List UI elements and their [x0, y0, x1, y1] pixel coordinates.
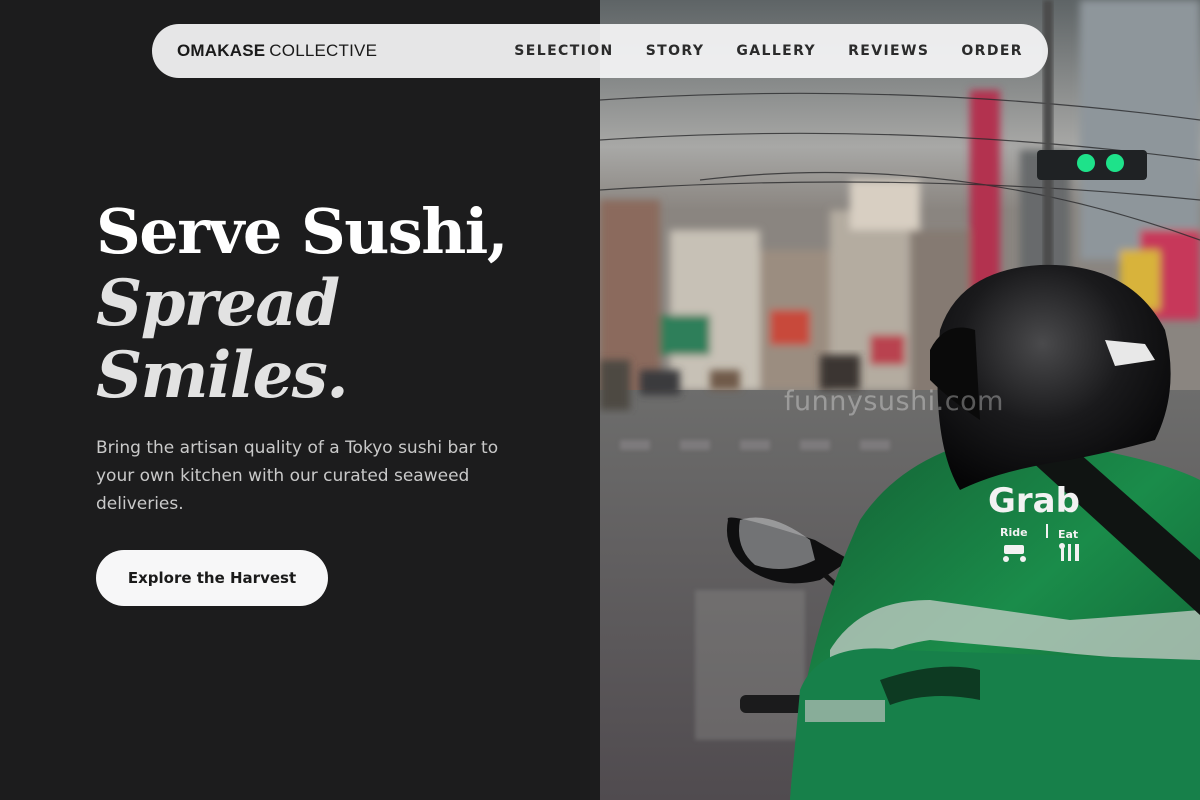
jacket-ride-label: Ride: [1000, 526, 1028, 539]
brand-logo[interactable]: OMAKASE COLLECTIVE: [177, 41, 377, 61]
top-navigation: OMAKASE COLLECTIVE SELECTION STORY GALLER…: [152, 24, 1048, 78]
hero-subtitle: Bring the artisan quality of a Tokyo sus…: [96, 438, 499, 514]
brand-name-bold: OMAKASE: [177, 41, 266, 60]
nav-link-reviews[interactable]: REVIEWS: [848, 43, 929, 59]
nav-link-gallery[interactable]: GALLERY: [736, 43, 816, 59]
explore-harvest-button[interactable]: Explore the Harvest: [96, 550, 328, 606]
jacket-eat-label: Eat: [1058, 528, 1078, 541]
headline-line-3: Smiles.: [96, 338, 349, 413]
cutlery-icon: [1059, 543, 1079, 561]
nav-link-selection[interactable]: SELECTION: [514, 43, 613, 59]
brand-name-light: COLLECTIVE: [269, 41, 378, 60]
jacket-brand-logo: Grab: [988, 481, 1080, 521]
headline-line-1: Serve Sushi,: [96, 195, 508, 268]
hero-headline: Serve Sushi, Spread Smiles.: [96, 196, 576, 412]
photo-watermark: funnysushi.com: [784, 386, 1004, 417]
headline-line-2: Spread: [96, 266, 340, 341]
nav-link-story[interactable]: STORY: [646, 43, 705, 59]
nav-link-order[interactable]: ORDER: [961, 43, 1023, 59]
nav-links: SELECTION STORY GALLERY REVIEWS ORDER: [514, 43, 1023, 59]
